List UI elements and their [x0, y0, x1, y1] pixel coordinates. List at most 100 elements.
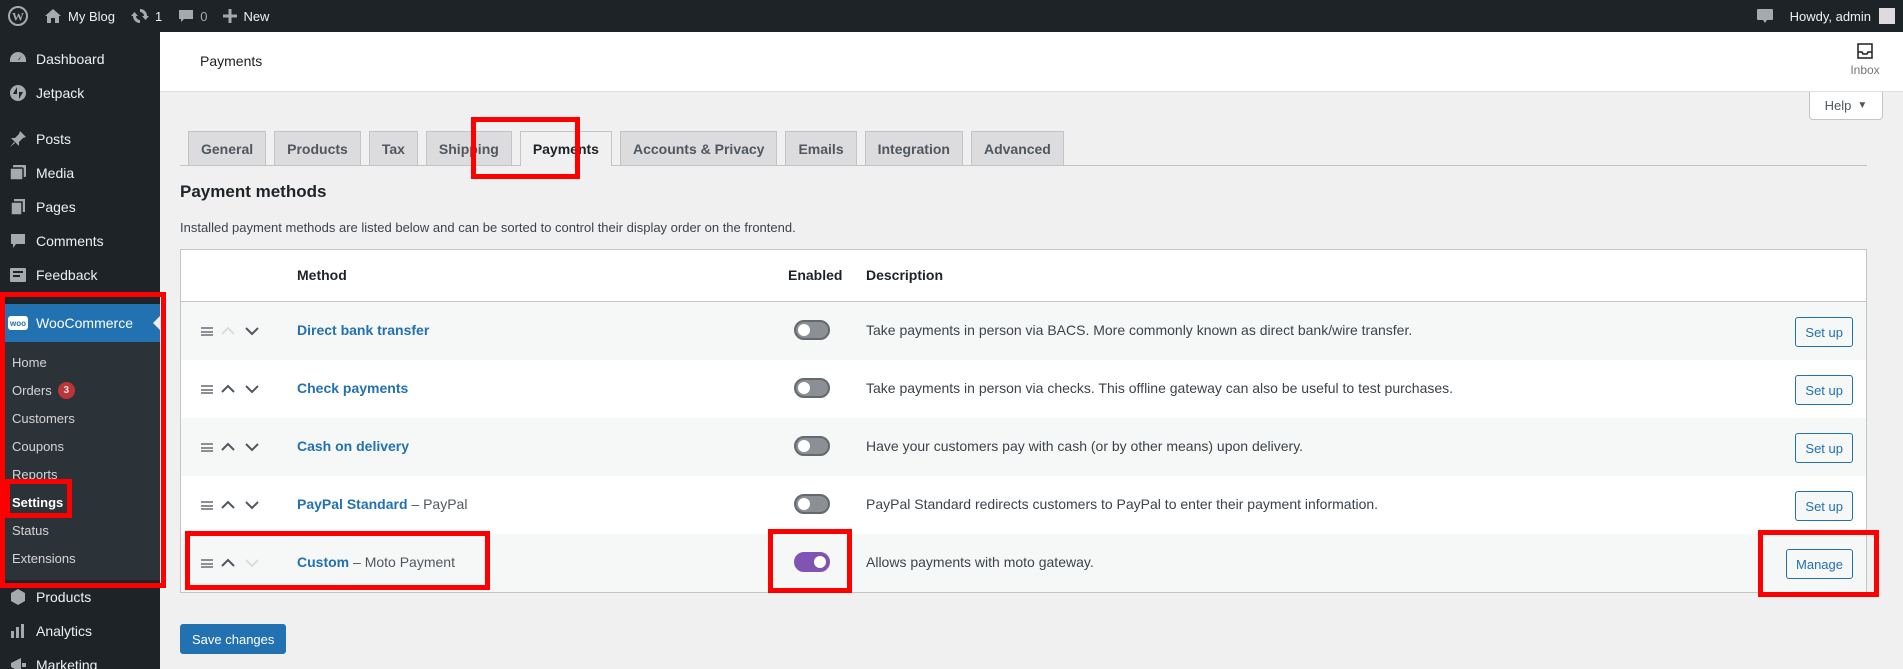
section-title: Payment methods: [180, 182, 327, 201]
method-link[interactable]: Check payments: [297, 380, 408, 396]
submenu-item-home[interactable]: Home: [0, 348, 160, 376]
enable-toggle[interactable]: [794, 436, 830, 456]
submenu-item-customers[interactable]: Customers: [0, 404, 160, 432]
tab-label: Integration: [877, 140, 950, 157]
setup-button[interactable]: Set up: [1795, 375, 1853, 405]
tab-advanced[interactable]: Advanced: [970, 131, 1064, 165]
setup-button[interactable]: Set up: [1795, 317, 1853, 347]
notification-icon: [1756, 9, 1773, 23]
menu-label: Comments: [36, 233, 104, 249]
orders-count-badge: 3: [57, 381, 75, 399]
tab-general[interactable]: General: [188, 131, 267, 165]
payment-methods-table: Method Enabled Description Direct bank t…: [180, 249, 1867, 593]
caret-down-icon: ▼: [1857, 100, 1868, 111]
method-name: PayPal Standard – PayPal: [297, 496, 467, 512]
site-name-link[interactable]: My Blog: [36, 0, 123, 32]
move-down-icon[interactable]: [243, 554, 261, 572]
tab-emails[interactable]: Emails: [785, 131, 857, 165]
menu-item-media[interactable]: Media: [0, 156, 160, 190]
tab-payments[interactable]: Payments: [519, 131, 612, 166]
woocommerce-icon: woo: [8, 313, 28, 333]
drag-handle-icon[interactable]: [201, 558, 213, 568]
move-up-icon[interactable]: [219, 322, 237, 340]
drag-handle-icon[interactable]: [201, 326, 213, 336]
save-changes-button[interactable]: Save changes: [180, 624, 287, 654]
menu-item-jetpack[interactable]: Jetpack: [0, 76, 160, 110]
menu-item-marketing[interactable]: Marketing: [0, 648, 160, 669]
method-link[interactable]: Custom: [297, 554, 349, 570]
tab-label: Products: [287, 140, 348, 157]
menu-label: Posts: [36, 131, 72, 147]
move-up-icon[interactable]: [219, 496, 237, 514]
enable-toggle[interactable]: [794, 494, 830, 514]
submenu-item-reports[interactable]: Reports: [0, 460, 160, 488]
menu-label: Marketing: [36, 657, 98, 669]
tab-tax[interactable]: Tax: [368, 131, 418, 165]
menu-item-posts[interactable]: Posts: [0, 122, 160, 156]
method-name: Direct bank transfer: [297, 322, 429, 338]
updates-link[interactable]: 1: [123, 0, 170, 32]
wordpress-icon: W: [8, 6, 28, 26]
tab-accounts-privacy[interactable]: Accounts & Privacy: [619, 131, 778, 165]
submenu-label: Status: [12, 522, 49, 538]
updates-icon: [130, 9, 149, 23]
manage-button[interactable]: Manage: [1786, 549, 1853, 579]
setup-button[interactable]: Set up: [1795, 491, 1853, 521]
menu-item-dashboard[interactable]: Dashboard: [0, 42, 160, 76]
comments-link[interactable]: 0: [170, 0, 215, 32]
menu-item-woocommerce[interactable]: woo WooCommerce: [0, 304, 160, 342]
notifications-link[interactable]: [1748, 0, 1782, 32]
method-description: Have your customers pay with cash (or by…: [866, 438, 1304, 454]
tab-label: Payments: [532, 141, 599, 157]
my-account-link[interactable]: Howdy, admin: [1782, 0, 1903, 32]
new-content-link[interactable]: New: [215, 0, 277, 32]
drag-handle-icon[interactable]: [201, 442, 213, 452]
submenu-item-extensions[interactable]: Extensions: [0, 544, 160, 572]
products-icon: [8, 587, 28, 607]
move-down-icon[interactable]: [243, 322, 261, 340]
move-down-icon[interactable]: [243, 496, 261, 514]
enable-toggle[interactable]: [794, 320, 830, 340]
submenu-item-orders[interactable]: Orders 3: [0, 376, 160, 404]
table-row: Check payments Take payments in person v…: [181, 360, 1866, 418]
method-link[interactable]: Cash on delivery: [297, 438, 409, 454]
method-link[interactable]: Direct bank transfer: [297, 322, 429, 338]
greeting: Howdy, admin: [1789, 8, 1871, 24]
help-tab-button[interactable]: Help ▼: [1809, 92, 1883, 120]
tab-shipping[interactable]: Shipping: [425, 131, 512, 165]
move-down-icon[interactable]: [243, 380, 261, 398]
method-link[interactable]: PayPal Standard: [297, 496, 408, 512]
jetpack-icon: [8, 83, 28, 103]
analytics-icon: [8, 621, 28, 641]
inbox-button[interactable]: Inbox: [1845, 42, 1885, 77]
menu-item-products[interactable]: Products: [0, 580, 160, 614]
plus-icon: [223, 9, 238, 23]
site-name: My Blog: [68, 8, 115, 24]
tab-products[interactable]: Products: [274, 131, 361, 165]
method-name: Cash on delivery: [297, 438, 409, 454]
move-up-icon[interactable]: [219, 554, 237, 572]
wordpress-logo[interactable]: W: [0, 0, 36, 32]
tab-integration[interactable]: Integration: [864, 131, 963, 165]
submenu-item-coupons[interactable]: Coupons: [0, 432, 160, 460]
menu-label: Dashboard: [36, 51, 105, 67]
method-name: Check payments: [297, 380, 408, 396]
column-header-enabled: Enabled: [788, 267, 843, 283]
settings-tabs: General Products Tax Shipping Payments A…: [180, 128, 1867, 166]
menu-item-comments[interactable]: Comments: [0, 224, 160, 258]
submenu-item-settings[interactable]: Settings: [0, 488, 160, 516]
submenu-label: Coupons: [12, 438, 65, 454]
drag-handle-icon[interactable]: [201, 500, 213, 510]
setup-button[interactable]: Set up: [1795, 433, 1853, 463]
enable-toggle[interactable]: [794, 378, 830, 398]
submenu-item-status[interactable]: Status: [0, 516, 160, 544]
drag-handle-icon[interactable]: [201, 384, 213, 394]
move-up-icon[interactable]: [219, 438, 237, 456]
move-down-icon[interactable]: [243, 438, 261, 456]
avatar: [1879, 8, 1895, 24]
enable-toggle[interactable]: [794, 552, 830, 572]
menu-item-feedback[interactable]: Feedback: [0, 258, 160, 292]
menu-item-pages[interactable]: Pages: [0, 190, 160, 224]
menu-item-analytics[interactable]: Analytics: [0, 614, 160, 648]
move-up-icon[interactable]: [219, 380, 237, 398]
